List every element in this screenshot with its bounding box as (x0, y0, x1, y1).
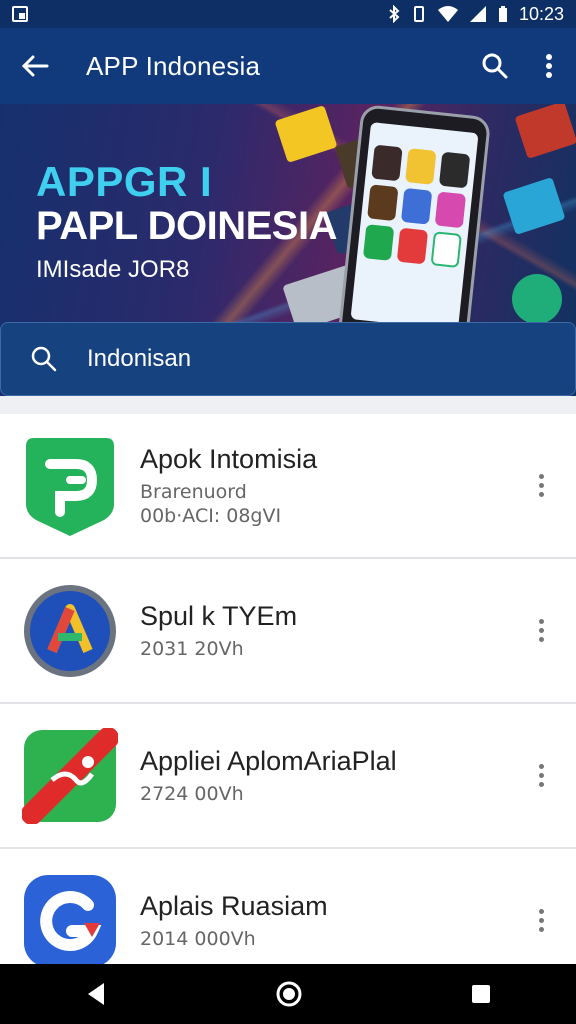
app-info: Aplais Ruasiam 2014 000Vh (140, 891, 506, 950)
search-input[interactable]: Indonisan (87, 345, 191, 373)
more-vert-icon (538, 470, 544, 501)
app-list: Apok Intomisia Brarenuord 00b·ACI: 08gVI… (0, 414, 576, 994)
phone-screen (350, 122, 479, 331)
app-green-p-icon (26, 437, 114, 536)
banner-title-line2: PAPL DOINESIA (36, 204, 337, 248)
app-blue-g-icon (24, 874, 116, 967)
more-vert-icon (538, 615, 544, 646)
search-icon (31, 346, 57, 372)
app-name: Aplais Ruasiam (140, 891, 328, 921)
app-icon-wrap (0, 413, 140, 558)
nav-home-icon[interactable] (275, 980, 303, 1008)
app-bar: APP Indonesia (0, 28, 576, 104)
app-blue-a-icon (24, 584, 116, 677)
app-meta: 2031 20Vh (140, 638, 244, 660)
app-icon-wrap (0, 703, 140, 848)
more-vert-icon (546, 54, 552, 78)
search-field-icon-wrap (1, 346, 87, 372)
screenshot-icon (12, 6, 28, 22)
nav-recents-icon[interactable] (470, 983, 492, 1005)
app-name: Apok Intomisia (140, 444, 318, 474)
status-right: 10:23 (387, 4, 564, 25)
back-arrow-icon (21, 55, 49, 77)
vibrate-icon (413, 6, 424, 22)
back-button[interactable] (0, 28, 70, 104)
wifi-icon (437, 6, 458, 22)
list-item[interactable]: Appliei AplomAriaPlal 2724 00Vh (0, 704, 576, 849)
search-icon (482, 53, 508, 79)
status-left (12, 6, 28, 22)
item-more-button[interactable] (506, 558, 576, 703)
app-meta: 00b·ACI: 08gVI (140, 505, 282, 527)
list-item[interactable]: Apok Intomisia Brarenuord 00b·ACI: 08gVI (0, 414, 576, 559)
app-info: Spul k TYEm 2031 20Vh (140, 601, 506, 660)
more-vert-icon (538, 760, 544, 791)
bluetooth-icon (389, 5, 400, 23)
banner-subtitle: IMIsade JOR8 (36, 256, 190, 283)
item-more-button[interactable] (506, 703, 576, 848)
system-nav-bar (0, 964, 576, 1024)
app-name: Spul k TYEm (140, 601, 298, 631)
app-name: Appliei AplomAriaPlal (140, 746, 397, 776)
search-bar[interactable]: Indonisan (0, 322, 576, 396)
status-time: 10:23 (518, 3, 564, 24)
app-meta: 2724 00Vh (140, 783, 244, 805)
more-vert-icon (538, 905, 544, 936)
more-options-button[interactable] (522, 28, 576, 104)
app-info: Appliei AplomAriaPlal 2724 00Vh (140, 746, 506, 805)
app-icon-wrap (0, 558, 140, 703)
app-red-green-icon (22, 727, 118, 824)
item-more-button[interactable] (506, 413, 576, 558)
app-developer: Brarenuord (140, 481, 247, 503)
signal-icon (469, 6, 486, 22)
list-item[interactable]: Spul k TYEm 2031 20Vh (0, 559, 576, 704)
app-meta: 2014 000Vh (140, 928, 256, 950)
phone-app-grid (362, 144, 471, 268)
status-bar: 10:23 (0, 0, 576, 28)
battery-icon (498, 6, 507, 22)
nav-back-icon[interactable] (84, 981, 108, 1007)
page-title: APP Indonesia (86, 50, 261, 81)
search-button[interactable] (468, 28, 522, 104)
banner-title-line1: APPGR I (36, 158, 213, 205)
app-info: Apok Intomisia Brarenuord 00b·ACI: 08gVI (140, 444, 506, 527)
app-bar-actions (468, 28, 576, 104)
